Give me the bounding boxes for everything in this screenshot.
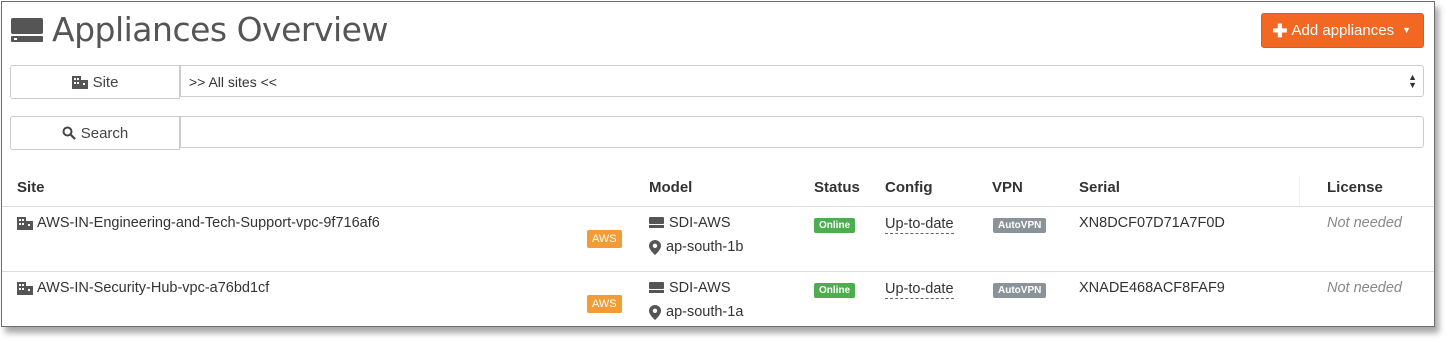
- search-input[interactable]: [180, 116, 1424, 148]
- building-icon: [17, 217, 33, 230]
- serial-number: XNADE468ACF8FAF9: [1079, 280, 1225, 296]
- vpn-badge: AutoVPN: [993, 283, 1047, 298]
- region-name: ap-south-1a: [666, 304, 744, 320]
- site-filter-label: Site: [10, 65, 180, 99]
- appliances-overview-panel: Appliances Overview ✚ Add appliances ▼ S…: [1, 1, 1435, 327]
- building-icon: [71, 76, 88, 89]
- region-cell: ap-south-1a: [649, 304, 743, 320]
- add-appliances-label: Add appliances: [1291, 22, 1395, 39]
- add-appliances-button[interactable]: ✚ Add appliances ▼: [1261, 13, 1424, 48]
- map-marker-icon: [649, 239, 661, 255]
- table-row[interactable]: AWS-IN-Security-Hub-vpc-a76bd1cf AWS SDI…: [2, 272, 1434, 326]
- model-name: SDI-AWS: [669, 215, 731, 231]
- region-name: ap-south-1b: [666, 239, 744, 255]
- cloud-badge: AWS: [587, 295, 622, 313]
- building-icon: [17, 282, 33, 295]
- appliance-icon: [649, 282, 664, 293]
- caret-down-icon: ▼: [1402, 25, 1411, 35]
- table-row[interactable]: AWS-IN-Engineering-and-Tech-Support-vpc-…: [2, 207, 1434, 272]
- column-header-serial[interactable]: Serial: [1079, 179, 1120, 196]
- site-filter: Site >> All sites << ▲ ▼: [10, 65, 1424, 99]
- column-header-config[interactable]: Config: [885, 179, 932, 196]
- license-status: Not needed: [1327, 280, 1402, 296]
- map-marker-icon: [649, 304, 661, 320]
- plus-icon: ✚: [1272, 20, 1288, 41]
- appliance-icon: [649, 217, 664, 228]
- vpn-badge: AutoVPN: [993, 218, 1047, 233]
- site-cell[interactable]: AWS-IN-Security-Hub-vpc-a76bd1cf: [17, 280, 269, 296]
- appliance-icon: [11, 18, 43, 42]
- site-label-text: Site: [92, 73, 119, 91]
- column-header-license[interactable]: License: [1327, 179, 1383, 196]
- column-header-status[interactable]: Status: [814, 179, 860, 196]
- select-arrows-icon: ▲ ▼: [1408, 72, 1417, 90]
- model-cell: SDI-AWS: [649, 280, 731, 296]
- search-label: Search: [10, 116, 180, 150]
- status-badge: Online: [814, 283, 856, 298]
- column-divider: [1299, 176, 1300, 206]
- region-cell: ap-south-1b: [649, 239, 743, 255]
- site-cell[interactable]: AWS-IN-Engineering-and-Tech-Support-vpc-…: [17, 215, 380, 231]
- search-icon: [62, 126, 76, 140]
- serial-number: XN8DCF07D71A7F0D: [1079, 215, 1225, 231]
- column-header-model[interactable]: Model: [649, 179, 692, 196]
- table-header: Site Model Status Config VPN Serial Lice…: [2, 176, 1434, 207]
- column-header-vpn[interactable]: VPN: [992, 179, 1023, 196]
- site-select-value: >> All sites <<: [189, 74, 277, 90]
- config-status[interactable]: Up-to-date: [885, 280, 954, 299]
- model-cell: SDI-AWS: [649, 215, 731, 231]
- site-name: AWS-IN-Security-Hub-vpc-a76bd1cf: [37, 280, 270, 296]
- page-header: Appliances Overview ✚ Add appliances ▼: [10, 10, 1424, 50]
- page-title: Appliances Overview: [52, 10, 388, 49]
- column-header-site[interactable]: Site: [17, 179, 45, 196]
- config-status[interactable]: Up-to-date: [885, 215, 954, 234]
- model-name: SDI-AWS: [669, 280, 731, 296]
- site-select[interactable]: >> All sites << ▲ ▼: [180, 65, 1424, 97]
- search-filter: Search: [10, 116, 1424, 150]
- license-status: Not needed: [1327, 215, 1402, 231]
- cloud-badge: AWS: [587, 230, 622, 248]
- search-label-text: Search: [80, 124, 129, 142]
- site-name: AWS-IN-Engineering-and-Tech-Support-vpc-…: [37, 215, 380, 231]
- status-badge: Online: [814, 218, 856, 233]
